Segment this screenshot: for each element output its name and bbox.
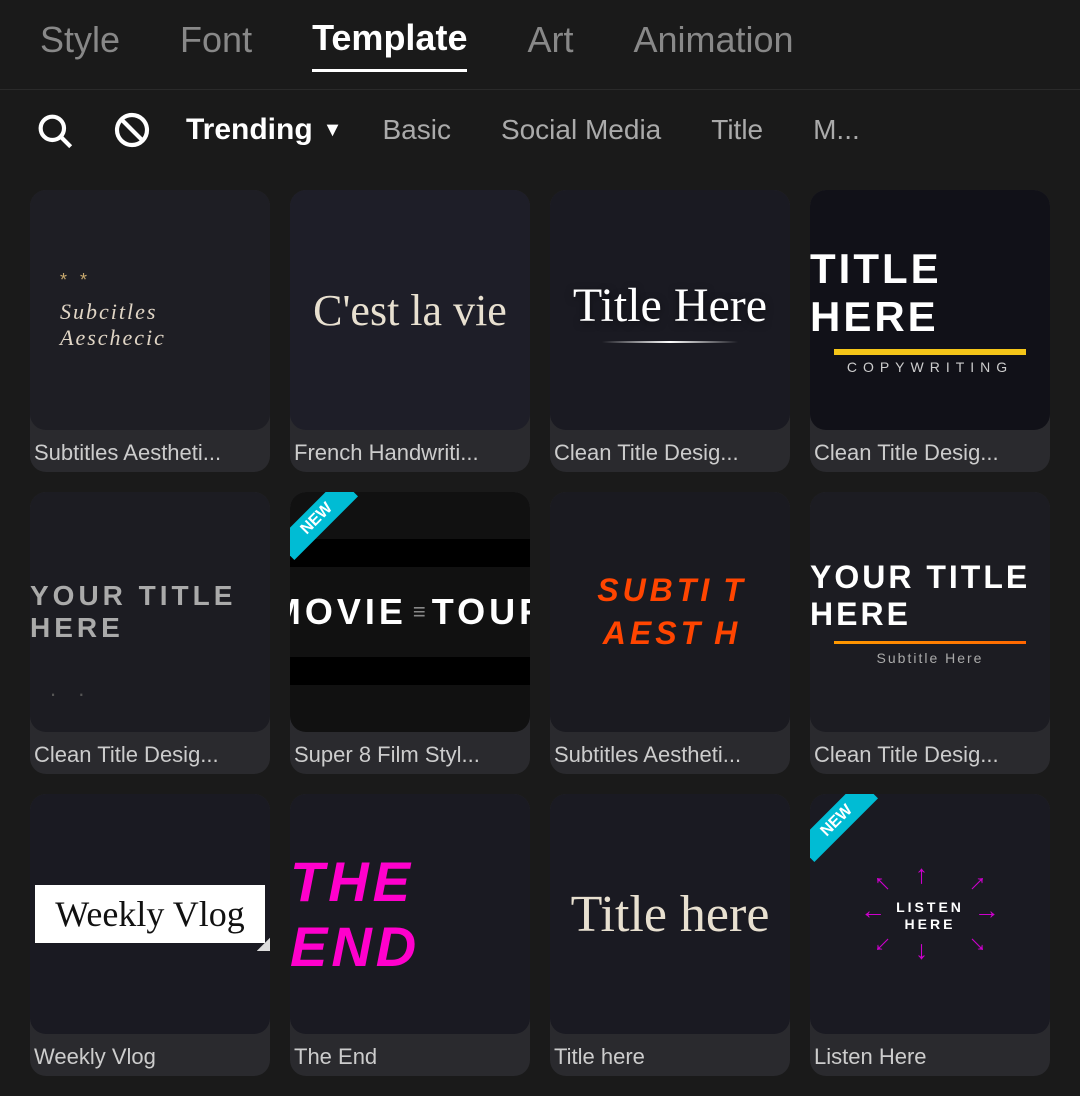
card-label: Clean Title Desig... [810, 732, 1050, 774]
card-thumbnail: TITLE HERE COPYWRITING [810, 190, 1050, 430]
card-thumbnail: * * Subcitles Aeschecic [30, 190, 270, 430]
listen-arrows: ↑ ↑ ↑ ↑ ↑ ↑ ↑ ↑ LISTEN HERE [875, 859, 985, 969]
card-label: Clean Title Desig... [550, 430, 790, 472]
card-title-text: TITLE HERE [810, 245, 1050, 341]
listen-text: LISTEN HERE [875, 899, 985, 933]
card-title-text: YOUR TITLE HERE [810, 559, 1050, 633]
card-label: The End [290, 1034, 530, 1076]
vlog-fold [257, 935, 270, 951]
filter-basic[interactable]: Basic [372, 114, 460, 146]
arrow-icon: ↑ [915, 938, 928, 969]
decorative-dots: . . [50, 676, 92, 702]
card-label: Clean Title Desig... [810, 430, 1050, 472]
decorative-line [834, 349, 1026, 355]
filter-bar: Trending ▼ Basic Social Media Title M... [0, 90, 1080, 170]
template-card[interactable]: SUBTI T AEST H Subtitles Aestheti... [550, 492, 790, 774]
card-thumbnail: YOUR TITLE HERE . . [30, 492, 270, 732]
subti-row-2: AEST H [603, 615, 737, 652]
card-label: Subtitles Aestheti... [550, 732, 790, 774]
card-thumbnail: YOUR TITLE HERE Subtitle Here [810, 492, 1050, 732]
template-card[interactable]: Weekly Vlog Weekly Vlog [30, 794, 270, 1076]
card-label: Listen Here [810, 1034, 1050, 1076]
subti-row-1: SUBTI T [597, 572, 743, 609]
card-label: Super 8 Film Styl... [290, 732, 530, 774]
filter-social-media[interactable]: Social Media [491, 114, 671, 146]
card-title-text: YOUR TITLE HERE [30, 580, 270, 644]
vlog-box: Weekly Vlog [35, 885, 264, 943]
tab-animation[interactable]: Animation [633, 19, 793, 71]
card-thumbnail: Title here [550, 794, 790, 1034]
tour-text: TOUR [432, 591, 530, 633]
card-label: Title here [550, 1034, 790, 1076]
decorative-line [834, 641, 1026, 644]
template-card[interactable]: C'est la vie French Handwriti... [290, 190, 530, 472]
card-title-text: Weekly Vlog [55, 893, 244, 935]
card-title-text: Title Here [573, 278, 767, 333]
subti-letter-1: T [723, 572, 743, 609]
trending-dropdown[interactable]: Trending ▼ [186, 113, 342, 147]
subti-main-text: SUBTI [597, 572, 713, 609]
card-label: French Handwriti... [290, 430, 530, 472]
tab-template[interactable]: Template [312, 17, 467, 72]
template-card[interactable]: YOUR TITLE HERE Subtitle Here Clean Titl… [810, 492, 1050, 774]
card-thumbnail: THE END [290, 794, 530, 1034]
card-label: Subtitles Aestheti... [30, 430, 270, 472]
template-card[interactable]: * * Subcitles Aeschecic Subtitles Aesthe… [30, 190, 270, 472]
card-label: Clean Title Desig... [30, 732, 270, 774]
arrow-icon: ↑ [866, 867, 897, 898]
arrow-icon: ↑ [963, 867, 994, 898]
subti-main-text-2: AEST [603, 615, 704, 652]
filter-more[interactable]: M... [803, 114, 870, 146]
arrow-icon: ↑ [915, 859, 928, 890]
template-card[interactable]: THE END The End [290, 794, 530, 1076]
template-card[interactable]: TITLE HERE COPYWRITING Clean Title Desig… [810, 190, 1050, 472]
template-grid: * * Subcitles Aeschecic Subtitles Aesthe… [0, 170, 1080, 1096]
decorative-line [602, 341, 738, 343]
card-label: Weekly Vlog [30, 1034, 270, 1076]
card-title-text: Title here [571, 885, 770, 944]
card-title-text: C'est la vie [313, 285, 507, 336]
arrow-icon: ↑ [866, 930, 897, 961]
template-card[interactable]: YOUR TITLE HERE . . Clean Title Desig... [30, 492, 270, 774]
trending-label: Trending [186, 113, 313, 147]
filter-title[interactable]: Title [701, 114, 773, 146]
search-icon[interactable] [30, 106, 78, 154]
card-thumbnail: C'est la vie [290, 190, 530, 430]
template-card[interactable]: ↑ ↑ ↑ ↑ ↑ ↑ ↑ ↑ LISTEN HERE Listen Here [810, 794, 1050, 1076]
decorative-dots: * * [60, 270, 91, 291]
tab-art[interactable]: Art [527, 19, 573, 71]
card-subtitle-text: COPYWRITING [847, 359, 1013, 375]
new-badge [290, 492, 362, 564]
template-card[interactable]: Title Here Clean Title Desig... [550, 190, 790, 472]
top-nav: Style Font Template Art Animation [0, 0, 1080, 90]
filter-block-icon[interactable] [108, 106, 156, 154]
new-badge [810, 794, 882, 866]
card-thumbnail: SUBTI T AEST H [550, 492, 790, 732]
movie-text: MOVIE [290, 591, 407, 633]
template-card[interactable]: Title here Title here [550, 794, 790, 1076]
subti-letter-2: H [714, 615, 737, 652]
card-title-text: THE END [290, 849, 530, 979]
movie-separator: ≡ [413, 599, 426, 625]
arrow-icon: ↑ [963, 930, 994, 961]
tab-style[interactable]: Style [40, 19, 120, 71]
film-bar-bottom [290, 657, 530, 685]
card-thumbnail: Title Here [550, 190, 790, 430]
card-title-text: Subcitles Aeschecic [60, 299, 240, 351]
movie-tour-content: MOVIE ≡ TOUR [290, 567, 530, 657]
card-thumbnail: Weekly Vlog [30, 794, 270, 1034]
card-subtitle-text: Subtitle Here [877, 650, 984, 666]
dropdown-arrow-icon: ▼ [323, 119, 343, 142]
tab-font[interactable]: Font [180, 19, 252, 71]
template-card[interactable]: MOVIE ≡ TOUR Super 8 Film Styl... [290, 492, 530, 774]
